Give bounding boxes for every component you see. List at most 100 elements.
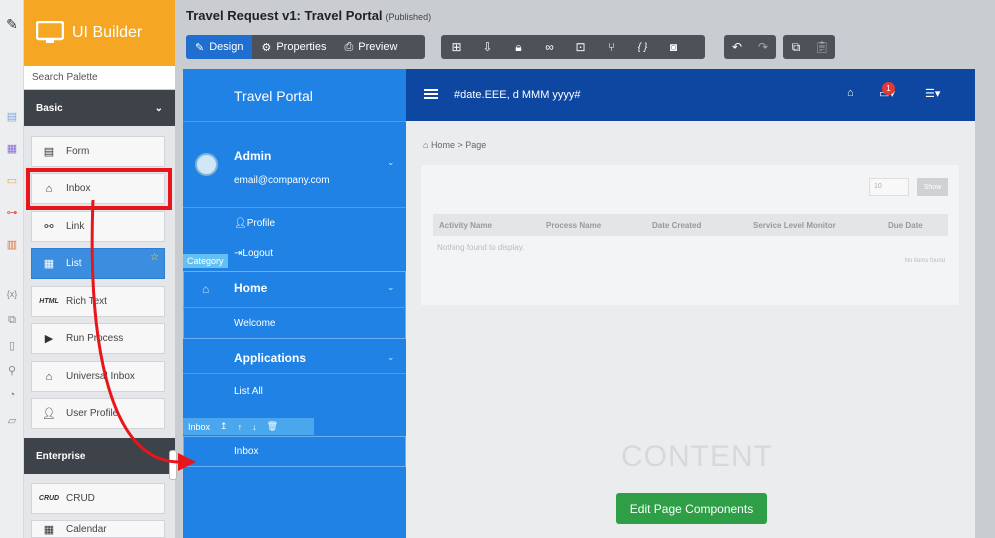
- file-icon[interactable]: ▯: [4, 337, 20, 353]
- page-title: Travel Request v1: Travel Portal (Publish…: [186, 8, 431, 23]
- chevron-down-icon: ⌄: [154, 102, 163, 114]
- chevron-down-icon[interactable]: ⌄: [387, 282, 395, 293]
- variable-icon[interactable]: {x}: [4, 286, 20, 302]
- copy-icon[interactable]: ⧉: [4, 312, 20, 328]
- arrow-down-icon[interactable]: ↓: [252, 422, 257, 432]
- hamburger-icon[interactable]: [424, 89, 438, 91]
- home-icon: ⌂: [423, 140, 431, 150]
- paste-icon[interactable]: 📋︎: [809, 35, 835, 59]
- column-header[interactable]: Activity Name: [439, 221, 492, 230]
- section-enterprise[interactable]: Enterprise: [24, 438, 175, 474]
- trash-icon[interactable]: 🗑︎: [267, 421, 278, 432]
- edit-icon[interactable]: ✎: [4, 16, 20, 32]
- profile-link[interactable]: 👤︎Profile: [234, 218, 275, 229]
- nav-home[interactable]: Home: [234, 281, 267, 295]
- inbox-icon: ⌂: [45, 370, 53, 383]
- column-header[interactable]: Date Created: [652, 221, 701, 230]
- preview-icon: ⎙: [344, 40, 354, 53]
- palette-item-calendar[interactable]: ▦ Calendar: [31, 520, 165, 538]
- clipboard-tools: ⧉ 📋︎: [783, 35, 835, 59]
- tab-preview[interactable]: ⎙ Preview: [335, 35, 406, 59]
- avatar: [195, 153, 218, 176]
- monitor-icon[interactable]: ▭: [4, 172, 20, 188]
- search-palette-input[interactable]: Search Palette: [24, 66, 175, 90]
- calendar-icon: ▦: [43, 523, 55, 536]
- nav-inbox[interactable]: Inbox: [234, 446, 258, 457]
- tree-icon[interactable]: ⊞: [441, 35, 472, 59]
- palette-item-rich-text[interactable]: HTML Rich Text: [31, 286, 165, 317]
- content-placeholder: CONTENT: [621, 440, 773, 473]
- report-icon[interactable]: ▥: [4, 236, 20, 252]
- translate-icon[interactable]: ⊡: [565, 35, 596, 59]
- palette-item-user-profile[interactable]: 👤︎ User Profile: [31, 398, 165, 429]
- tab-design[interactable]: ✎ Design: [186, 35, 253, 59]
- gauge-icon[interactable]: ◔: [4, 387, 20, 403]
- column-header[interactable]: Service Level Monitor: [753, 221, 836, 230]
- copy-icon[interactable]: ⧉: [783, 35, 809, 59]
- flow-icon[interactable]: ⊶: [4, 204, 20, 220]
- category-tag[interactable]: Category: [183, 254, 228, 268]
- show-button[interactable]: Show: [917, 178, 948, 196]
- palette-item-run-process[interactable]: ▶ Run Process: [31, 323, 165, 354]
- camera-icon[interactable]: ◙: [658, 35, 689, 59]
- branch-icon[interactable]: ⑂: [596, 35, 627, 59]
- lock-icon[interactable]: 🔒︎: [503, 35, 534, 59]
- gear-icon: ⚙: [261, 41, 272, 54]
- page-content: ⌂ Home > Page 10 Show Activity Name Proc…: [406, 121, 975, 538]
- palette-item-list[interactable]: ▦ List ☆: [31, 248, 165, 279]
- binoculars-icon[interactable]: ∞: [534, 35, 565, 59]
- document-icon[interactable]: ▤: [4, 108, 20, 124]
- undo-redo: ↶ ↷: [724, 35, 776, 59]
- code-icon[interactable]: { }: [627, 35, 658, 59]
- divider: [183, 307, 406, 308]
- apps-menu-icon[interactable]: ☰▾: [925, 87, 940, 100]
- section-enterprise-label: Enterprise: [36, 450, 86, 462]
- edit-page-components-button[interactable]: Edit Page Components: [616, 493, 767, 524]
- plugin-icon[interactable]: ⚲: [4, 362, 20, 378]
- table-header: Activity Name Process Name Date Created …: [433, 214, 948, 236]
- move-parent-icon[interactable]: ↥: [220, 421, 228, 432]
- column-header[interactable]: Process Name: [546, 221, 601, 230]
- nav-list-all[interactable]: List All: [234, 386, 263, 397]
- palette-item-label: Rich Text: [66, 296, 107, 307]
- palette-item-label: User Profile: [66, 408, 119, 419]
- page-size-input[interactable]: 10: [869, 178, 909, 196]
- palette-item-crud[interactable]: CRUD CRUD: [31, 483, 165, 514]
- breadcrumb-text: Home > Page: [430, 140, 487, 150]
- inbox-list-panel: 10 Show Activity Name Process Name Date …: [421, 165, 959, 305]
- tool-icons: ⊞ ⇩ 🔒︎ ∞ ⊡ ⑂ { } ◙: [441, 35, 705, 59]
- palette-item-label: CRUD: [66, 493, 95, 504]
- tab-design-label: Design: [209, 41, 244, 53]
- canvas-right-gutter: [975, 69, 995, 538]
- undo-icon[interactable]: ↶: [724, 35, 750, 59]
- inbox-tag-label: Inbox: [188, 421, 211, 432]
- download-icon[interactable]: ⇩: [472, 35, 503, 59]
- palette-item-universal-inbox[interactable]: ⌂ Universal Inbox: [31, 361, 165, 392]
- column-header[interactable]: Due Date: [888, 221, 923, 230]
- user-icon: 👤︎: [234, 218, 247, 229]
- category-home-outline[interactable]: [183, 271, 406, 339]
- inbox-item-outline[interactable]: [183, 436, 406, 467]
- mode-tabs: ✎ Design ⚙ Properties ⎙ Preview: [186, 35, 425, 59]
- note-icon[interactable]: ▱: [4, 412, 20, 428]
- chevron-down-icon[interactable]: ⌄: [387, 352, 395, 363]
- chevron-down-icon[interactable]: ⌄: [387, 157, 395, 168]
- star-icon[interactable]: ☆: [150, 252, 159, 263]
- palette-item-form[interactable]: ▤ Form: [31, 136, 165, 167]
- section-basic[interactable]: Basic ⌄: [24, 90, 175, 126]
- palette-item-label: Run Process: [66, 333, 124, 344]
- home-icon[interactable]: ⌂: [847, 87, 854, 99]
- status-badge: (Published): [385, 12, 432, 22]
- redo-icon[interactable]: ↷: [750, 35, 776, 59]
- monitor-icon: [36, 21, 64, 43]
- palette-item-link[interactable]: ⚯ Link: [31, 211, 165, 242]
- nav-welcome[interactable]: Welcome: [234, 318, 276, 329]
- logout-link[interactable]: ⇥Logout: [234, 248, 273, 259]
- arrow-up-icon[interactable]: ↑: [238, 422, 243, 432]
- list-icon: ▦: [43, 258, 55, 270]
- user-edit-icon: 👤︎: [42, 408, 56, 420]
- table-icon[interactable]: ▦: [4, 140, 20, 156]
- collapse-handle[interactable]: [169, 450, 177, 480]
- nav-applications[interactable]: Applications: [234, 351, 306, 365]
- tab-properties[interactable]: ⚙ Properties: [252, 35, 335, 59]
